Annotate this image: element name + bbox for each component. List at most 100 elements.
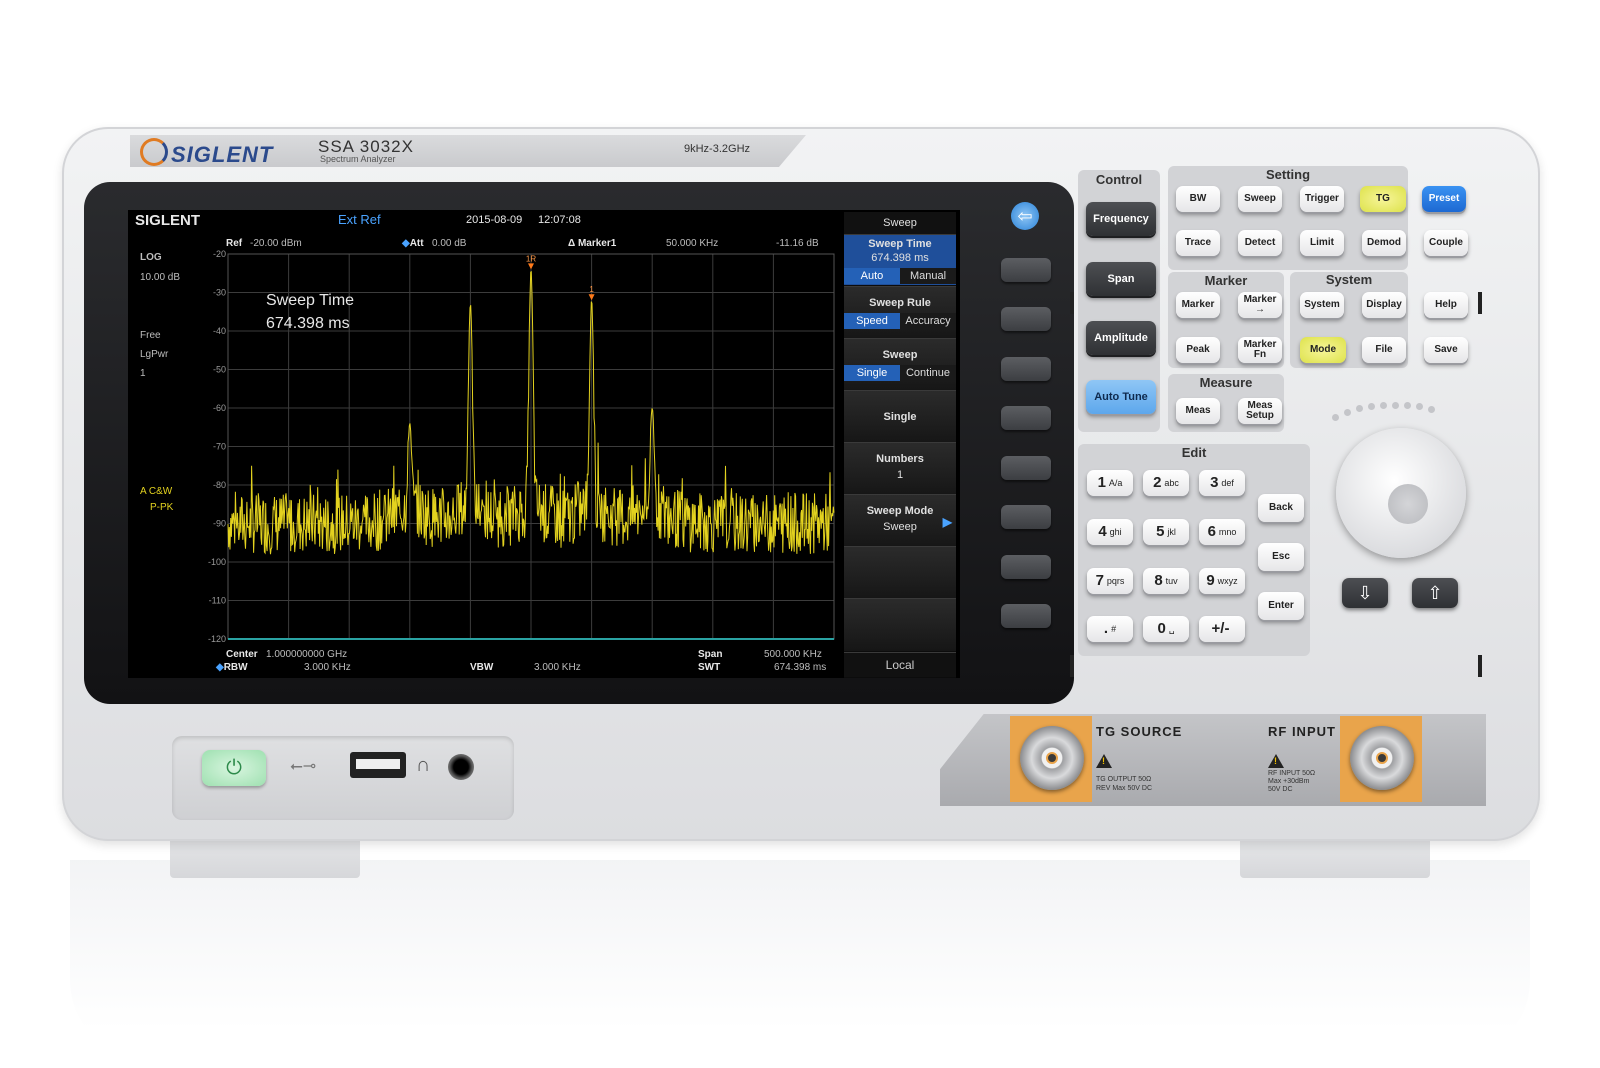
numpad-key[interactable]: . # xyxy=(1087,616,1133,642)
numpad-key[interactable]: 7 pqrs xyxy=(1087,568,1133,594)
softkey-4[interactable] xyxy=(1001,406,1051,430)
numpad-key[interactable]: 2 abc xyxy=(1143,470,1189,496)
menu-sweep-mode[interactable]: Sweep Mode Sweep ▶ xyxy=(844,494,956,547)
menu-numbers[interactable]: Numbers 1 xyxy=(844,442,956,495)
power-button[interactable]: ⏻ xyxy=(202,750,266,786)
tg-source-connector[interactable] xyxy=(1020,726,1084,790)
usb-port[interactable] xyxy=(350,752,406,778)
softkey-8[interactable] xyxy=(1001,604,1051,628)
y-tick-label: -90 xyxy=(213,519,226,529)
rbw-label: ◆RBW xyxy=(216,662,248,673)
numpad-key[interactable]: 9 wxyz xyxy=(1199,568,1245,594)
usb-port-inner xyxy=(356,759,400,769)
toggle-manual[interactable]: Manual xyxy=(900,268,956,284)
menu-sweep-rule[interactable]: Sweep Rule Speed Accuracy xyxy=(844,286,956,339)
softkey-6[interactable] xyxy=(1001,505,1051,529)
back-key[interactable]: Back xyxy=(1258,494,1304,522)
rf-input-connector[interactable] xyxy=(1350,726,1414,790)
save-key[interactable]: Save xyxy=(1424,337,1468,363)
sweep-rule-toggle[interactable]: Speed Accuracy xyxy=(844,313,956,329)
menu-sweep-time[interactable]: Sweep Time 674.398 ms Auto Manual xyxy=(844,234,956,285)
dot xyxy=(1356,405,1363,412)
couple-key[interactable]: Couple xyxy=(1424,230,1468,256)
frequency-key[interactable]: Frequency xyxy=(1086,202,1156,236)
preset-key[interactable]: Preset xyxy=(1422,186,1466,212)
enter-key[interactable]: Enter xyxy=(1258,592,1304,620)
bw-key[interactable]: BW xyxy=(1176,186,1220,212)
numpad-key[interactable]: 5 jkl xyxy=(1143,519,1189,545)
return-button[interactable]: ⇦ xyxy=(1011,202,1039,230)
tg-output-note: TG OUTPUT 50Ω xyxy=(1096,776,1152,783)
menu-empty-2[interactable] xyxy=(844,598,956,651)
up-arrow-key[interactable]: ⇧ xyxy=(1412,578,1458,608)
system-key[interactable]: System xyxy=(1300,292,1344,318)
toggle-single[interactable]: Single xyxy=(844,365,900,381)
marker-key[interactable]: Marker xyxy=(1176,292,1220,318)
marker-to-key[interactable]: Marker → xyxy=(1238,292,1282,318)
menu-sweep-mode-label: Sweep Mode xyxy=(866,505,934,517)
help-key[interactable]: Help xyxy=(1424,292,1468,318)
numpad-key[interactable]: 8 tuv xyxy=(1143,568,1189,594)
toggle-accuracy[interactable]: Accuracy xyxy=(900,313,956,329)
sweep-toggle[interactable]: Single Continue xyxy=(844,365,956,381)
numpad-key[interactable]: 1 A/a xyxy=(1087,470,1133,496)
down-arrow-key[interactable]: ⇩ xyxy=(1342,578,1388,608)
toggle-auto[interactable]: Auto xyxy=(844,268,900,284)
submenu-arrow-icon: ▶ xyxy=(942,515,952,529)
trace-info-mode: A C&W xyxy=(140,486,173,497)
trace-key[interactable]: Trace xyxy=(1176,230,1220,256)
control-title: Control xyxy=(1095,172,1143,187)
detect-key[interactable]: Detect xyxy=(1238,230,1282,256)
meas-setup-key[interactable]: Meas Setup xyxy=(1238,398,1282,424)
marker-level: -11.16 dB xyxy=(776,238,819,249)
softkey-2[interactable] xyxy=(1001,307,1051,331)
span-value: 500.000 KHz xyxy=(764,649,822,660)
numpad-key[interactable]: 3 def xyxy=(1199,470,1245,496)
dot xyxy=(1368,403,1375,410)
auto-tune-key[interactable]: Auto Tune xyxy=(1086,380,1156,414)
esc-key[interactable]: Esc xyxy=(1258,543,1304,571)
softkey-1[interactable] xyxy=(1001,258,1051,282)
dot xyxy=(1416,403,1423,410)
att-value: 0.00 dB xyxy=(432,238,467,249)
menu-sweep-time-value: 674.398 ms xyxy=(871,252,929,264)
left-info-trigger: Free xyxy=(140,330,161,341)
vbw-value: 3.000 KHz xyxy=(534,662,581,673)
toggle-speed[interactable]: Speed xyxy=(844,313,900,329)
left-info-count: 1 xyxy=(140,368,146,379)
sweep-time-toggle[interactable]: Auto Manual xyxy=(844,268,956,284)
trigger-key[interactable]: Trigger xyxy=(1300,186,1344,212)
limit-key[interactable]: Limit xyxy=(1300,230,1344,256)
marker-fn-key[interactable]: Marker Fn xyxy=(1238,337,1282,363)
dot xyxy=(1428,406,1435,413)
sweep-key[interactable]: Sweep xyxy=(1238,186,1282,212)
softkey-7[interactable] xyxy=(1001,555,1051,579)
peak-key[interactable]: Peak xyxy=(1176,337,1220,363)
amplitude-key[interactable]: Amplitude xyxy=(1086,321,1156,355)
file-key[interactable]: File xyxy=(1362,337,1406,363)
headphone-jack[interactable] xyxy=(448,754,474,780)
mode-key[interactable]: Mode xyxy=(1300,337,1346,363)
trace-info-detector: P-PK xyxy=(150,502,174,513)
display-key[interactable]: Display xyxy=(1362,292,1406,318)
toggle-continue[interactable]: Continue xyxy=(900,365,956,381)
softkey-3[interactable] xyxy=(1001,357,1051,381)
numpad-key[interactable]: 6 mno xyxy=(1199,519,1245,545)
menu-single[interactable]: Single xyxy=(844,390,956,443)
meas-key[interactable]: Meas xyxy=(1176,398,1220,424)
tg-key[interactable]: TG xyxy=(1360,186,1406,212)
demod-key[interactable]: Demod xyxy=(1362,230,1406,256)
menu-sweep[interactable]: Sweep Single Continue xyxy=(844,338,956,391)
side-mark xyxy=(1478,655,1482,677)
softkey-5[interactable] xyxy=(1001,456,1051,480)
y-tick-label: -70 xyxy=(213,442,226,452)
numpad-key[interactable]: +/- xyxy=(1199,616,1245,642)
span-key[interactable]: Span xyxy=(1086,262,1156,296)
menu-empty-1[interactable] xyxy=(844,546,956,599)
center-label: Center xyxy=(226,649,258,660)
model-subtitle: Spectrum Analyzer xyxy=(320,154,396,164)
numpad-key[interactable]: 4 ghi xyxy=(1087,519,1133,545)
marker-pointer-icon xyxy=(528,263,534,270)
numpad-key[interactable]: 0 ␣ xyxy=(1143,616,1189,642)
side-mark xyxy=(1070,655,1074,677)
